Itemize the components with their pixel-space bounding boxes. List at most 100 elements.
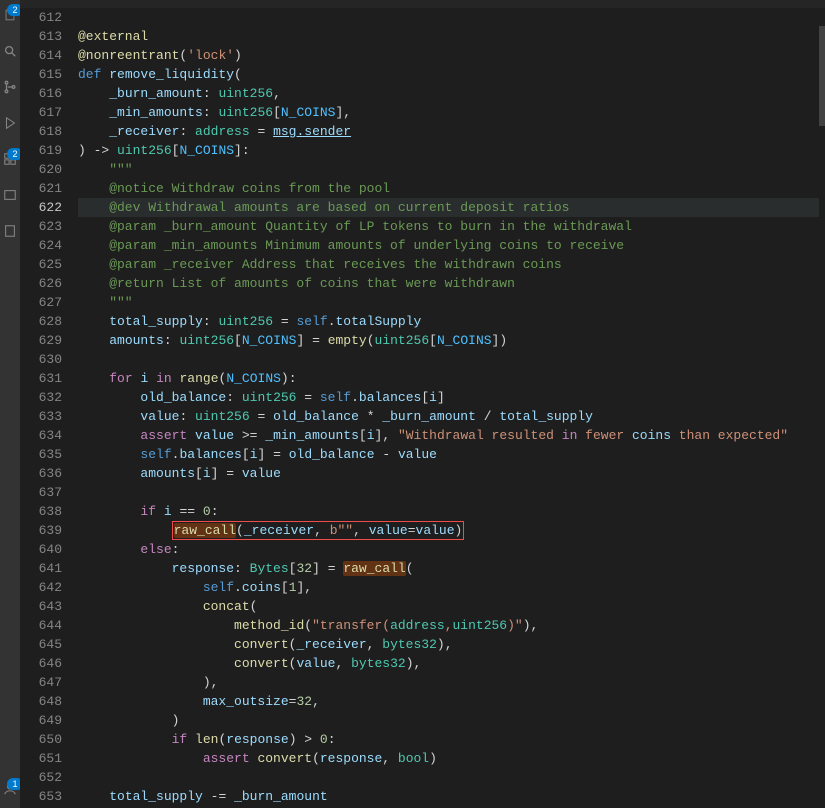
tab-strip bbox=[20, 0, 825, 8]
code-line[interactable]: assert value >= _min_amounts[i], "Withdr… bbox=[78, 426, 825, 445]
line-number: 630 bbox=[20, 350, 78, 369]
generic-icon[interactable] bbox=[3, 188, 17, 202]
line-number: 623 bbox=[20, 217, 78, 236]
line-number: 641 bbox=[20, 559, 78, 578]
code-line[interactable]: @dev Withdrawal amounts are based on cur… bbox=[78, 198, 825, 217]
code-line[interactable] bbox=[78, 768, 825, 787]
code-line[interactable] bbox=[78, 483, 825, 502]
code-line[interactable]: else: bbox=[78, 540, 825, 559]
code-line[interactable]: ), bbox=[78, 673, 825, 692]
line-number: 632 bbox=[20, 388, 78, 407]
line-number: 619 bbox=[20, 141, 78, 160]
code-line[interactable]: @return List of amounts of coins that we… bbox=[78, 274, 825, 293]
code-line[interactable]: @notice Withdraw coins from the pool bbox=[78, 179, 825, 198]
line-number: 625 bbox=[20, 255, 78, 274]
code-line[interactable]: """ bbox=[78, 293, 825, 312]
code-line[interactable]: ) -> uint256[N_COINS]: bbox=[78, 141, 825, 160]
code-line[interactable]: _min_amounts: uint256[N_COINS], bbox=[78, 103, 825, 122]
line-number: 645 bbox=[20, 635, 78, 654]
line-number: 644 bbox=[20, 616, 78, 635]
code-line[interactable]: @external bbox=[78, 27, 825, 46]
line-number: 652 bbox=[20, 768, 78, 787]
code-line[interactable]: total_supply: uint256 = self.totalSupply bbox=[78, 312, 825, 331]
line-number: 627 bbox=[20, 293, 78, 312]
line-number: 613 bbox=[20, 27, 78, 46]
line-number: 629 bbox=[20, 331, 78, 350]
line-number: 622 bbox=[20, 198, 78, 217]
minimap[interactable] bbox=[819, 16, 825, 808]
code-line[interactable]: @nonreentrant('lock') bbox=[78, 46, 825, 65]
line-number: 631 bbox=[20, 369, 78, 388]
code-editor[interactable]: 6126136146156166176186196206216226236246… bbox=[20, 8, 825, 808]
code-line[interactable]: value: uint256 = old_balance * _burn_amo… bbox=[78, 407, 825, 426]
line-number: 635 bbox=[20, 445, 78, 464]
line-number: 643 bbox=[20, 597, 78, 616]
line-number: 646 bbox=[20, 654, 78, 673]
code-line[interactable]: self.coins[1], bbox=[78, 578, 825, 597]
line-number: 612 bbox=[20, 8, 78, 27]
line-number: 636 bbox=[20, 464, 78, 483]
code-line[interactable]: amounts: uint256[N_COINS] = empty(uint25… bbox=[78, 331, 825, 350]
run-icon[interactable] bbox=[3, 116, 17, 130]
line-number: 626 bbox=[20, 274, 78, 293]
line-number: 620 bbox=[20, 160, 78, 179]
line-number: 618 bbox=[20, 122, 78, 141]
activity-bar: 2 2 1 bbox=[0, 0, 20, 808]
code-line[interactable]: assert convert(response, bool) bbox=[78, 749, 825, 768]
editor-root: 2 2 1 6126136146156166176186196206216226… bbox=[0, 0, 825, 808]
line-number: 633 bbox=[20, 407, 78, 426]
line-number: 642 bbox=[20, 578, 78, 597]
code-line[interactable]: for i in range(N_COINS): bbox=[78, 369, 825, 388]
line-number: 617 bbox=[20, 103, 78, 122]
code-line[interactable]: total_supply -= _burn_amount bbox=[78, 787, 825, 806]
line-number: 647 bbox=[20, 673, 78, 692]
code-line[interactable]: max_outsize=32, bbox=[78, 692, 825, 711]
line-number: 648 bbox=[20, 692, 78, 711]
code-line[interactable] bbox=[78, 350, 825, 369]
line-number: 616 bbox=[20, 84, 78, 103]
line-number: 615 bbox=[20, 65, 78, 84]
line-number: 639 bbox=[20, 521, 78, 540]
code-line[interactable]: method_id("transfer(address,uint256)"), bbox=[78, 616, 825, 635]
minimap-thumb[interactable] bbox=[819, 26, 825, 126]
line-number: 624 bbox=[20, 236, 78, 255]
code-line[interactable]: raw_call(_receiver, b"", value=value) bbox=[78, 521, 825, 540]
code-line[interactable]: def remove_liquidity( bbox=[78, 65, 825, 84]
line-number: 650 bbox=[20, 730, 78, 749]
extensions-icon[interactable]: 2 bbox=[3, 152, 17, 166]
line-number: 637 bbox=[20, 483, 78, 502]
search-icon[interactable] bbox=[3, 44, 17, 58]
line-number: 649 bbox=[20, 711, 78, 730]
code-line[interactable]: @param _receiver Address that receives t… bbox=[78, 255, 825, 274]
line-number-gutter: 6126136146156166176186196206216226236246… bbox=[20, 8, 78, 808]
code-line[interactable]: ) bbox=[78, 711, 825, 730]
line-number: 651 bbox=[20, 749, 78, 768]
code-line[interactable]: self.balances[i] = old_balance - value bbox=[78, 445, 825, 464]
code-line[interactable]: old_balance: uint256 = self.balances[i] bbox=[78, 388, 825, 407]
line-number: 640 bbox=[20, 540, 78, 559]
account-icon[interactable]: 1 bbox=[3, 782, 17, 796]
generic-icon[interactable] bbox=[3, 224, 17, 238]
code-line[interactable]: @param _min_amounts Minimum amounts of u… bbox=[78, 236, 825, 255]
line-number: 628 bbox=[20, 312, 78, 331]
source-control-icon[interactable] bbox=[3, 80, 17, 94]
line-number: 638 bbox=[20, 502, 78, 521]
code-line[interactable]: if len(response) > 0: bbox=[78, 730, 825, 749]
code-line[interactable]: response: Bytes[32] = raw_call( bbox=[78, 559, 825, 578]
code-line[interactable]: _burn_amount: uint256, bbox=[78, 84, 825, 103]
code-line[interactable]: @param _burn_amount Quantity of LP token… bbox=[78, 217, 825, 236]
line-number: 621 bbox=[20, 179, 78, 198]
code-line[interactable]: if i == 0: bbox=[78, 502, 825, 521]
code-line[interactable]: convert(value, bytes32), bbox=[78, 654, 825, 673]
line-number: 634 bbox=[20, 426, 78, 445]
code-line[interactable]: concat( bbox=[78, 597, 825, 616]
code-line[interactable]: """ bbox=[78, 160, 825, 179]
code-content[interactable]: @external@nonreentrant('lock')def remove… bbox=[78, 8, 825, 808]
explorer-icon[interactable]: 2 bbox=[3, 8, 17, 22]
line-number: 653 bbox=[20, 787, 78, 806]
code-line[interactable] bbox=[78, 8, 825, 27]
code-line[interactable]: amounts[i] = value bbox=[78, 464, 825, 483]
line-number: 614 bbox=[20, 46, 78, 65]
code-line[interactable]: convert(_receiver, bytes32), bbox=[78, 635, 825, 654]
code-line[interactable]: _receiver: address = msg.sender bbox=[78, 122, 825, 141]
